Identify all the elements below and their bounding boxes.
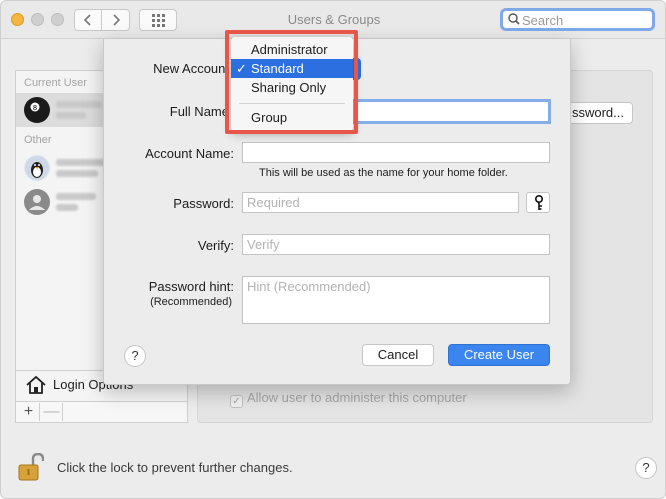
blurred-role bbox=[56, 204, 78, 211]
full-name-label: Full Name bbox=[169, 104, 229, 119]
blurred-username bbox=[56, 193, 96, 200]
password-placeholder: Required bbox=[247, 195, 300, 210]
lock-button[interactable] bbox=[18, 452, 45, 484]
verify-input[interactable]: Verify bbox=[242, 234, 550, 255]
search-icon bbox=[508, 13, 520, 25]
password-assistant-button[interactable] bbox=[526, 192, 550, 213]
avatar: 8 bbox=[24, 97, 50, 123]
search-placeholder: Search bbox=[522, 13, 564, 28]
blurred-role bbox=[56, 170, 98, 177]
svg-text:8: 8 bbox=[33, 104, 37, 112]
password-label: Password: bbox=[173, 196, 234, 211]
avatar bbox=[24, 189, 50, 215]
allow-admin-checkbox[interactable]: ✓ Allow user to administer this computer bbox=[230, 390, 467, 408]
blurred-role bbox=[56, 112, 86, 119]
password-hint-placeholder: Hint (Recommended) bbox=[247, 279, 371, 294]
full-name-input[interactable] bbox=[353, 99, 551, 124]
blurred-username bbox=[56, 159, 106, 166]
create-user-button[interactable]: Create User bbox=[448, 344, 550, 366]
avatar bbox=[24, 155, 50, 181]
generic-user-icon bbox=[25, 190, 49, 214]
password-hint-input[interactable]: Hint (Recommended) bbox=[242, 276, 550, 324]
penguin-icon bbox=[25, 156, 49, 180]
account-name-hint: This will be used as the name for your h… bbox=[259, 167, 508, 179]
allow-admin-label: Allow user to administer this computer bbox=[247, 390, 467, 405]
users-groups-window: Users & Groups Search Current User 8 Oth… bbox=[0, 0, 666, 499]
password-hint-label: Password hint: bbox=[148, 279, 234, 294]
account-name-label: Account Name: bbox=[145, 146, 234, 161]
checkmark-icon: ✓ bbox=[230, 395, 243, 408]
house-icon bbox=[26, 375, 46, 394]
search-field[interactable]: Search bbox=[500, 8, 655, 31]
eight-ball-icon: 8 bbox=[25, 98, 49, 122]
remove-user-button[interactable]: — bbox=[41, 403, 63, 421]
current-user-label: Current User bbox=[24, 77, 87, 89]
unlocked-padlock-icon bbox=[18, 452, 45, 481]
new-account-label: New Account bbox=[153, 61, 229, 76]
add-remove-bar: + — bbox=[15, 401, 188, 423]
verify-label: Verify: bbox=[197, 238, 234, 253]
annotation-highlight-box bbox=[225, 30, 358, 134]
help-button[interactable]: ? bbox=[635, 457, 657, 479]
verify-placeholder: Verify bbox=[247, 237, 280, 252]
blurred-username bbox=[56, 101, 102, 108]
lock-instruction: Click the lock to prevent further change… bbox=[57, 460, 293, 475]
password-input[interactable]: Required bbox=[242, 192, 519, 213]
password-hint-sublabel: (Recommended) bbox=[150, 296, 232, 308]
cancel-button[interactable]: Cancel bbox=[362, 344, 434, 366]
sheet-help-button[interactable]: ? bbox=[124, 345, 146, 367]
other-users-label: Other bbox=[24, 134, 52, 146]
key-icon bbox=[535, 195, 543, 210]
account-name-input[interactable] bbox=[242, 142, 550, 163]
add-user-button[interactable]: + bbox=[18, 403, 40, 421]
